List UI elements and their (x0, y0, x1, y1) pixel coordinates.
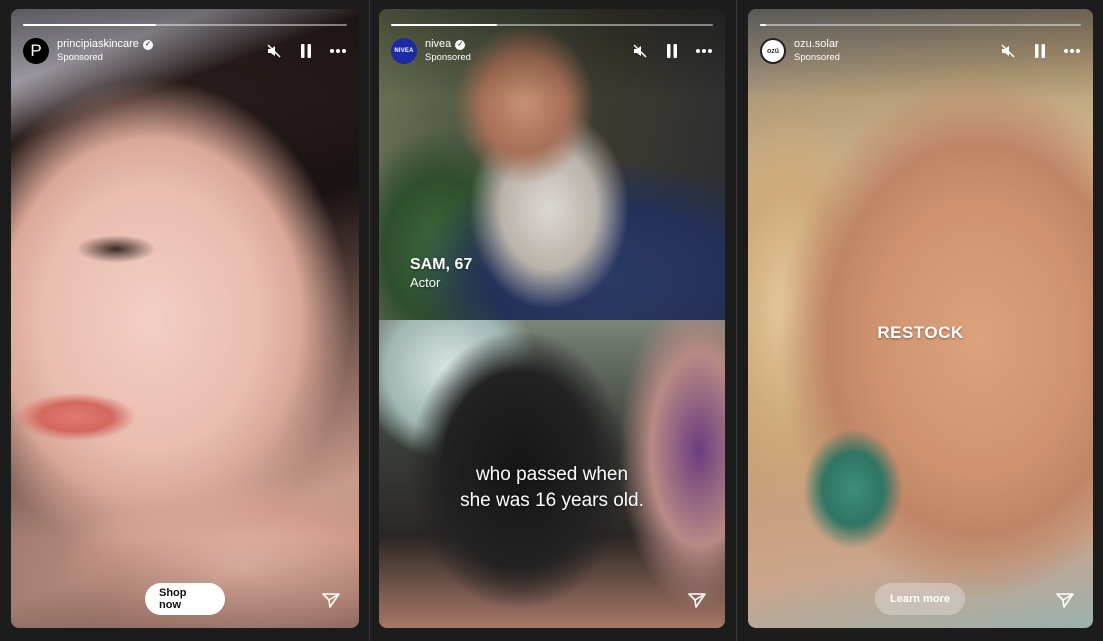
more-horizontal-icon[interactable] (1063, 42, 1081, 60)
story-card-nivea[interactable]: NIVEA nivea ✓ Sponsored SAM, 67 Actor who… (379, 9, 725, 628)
subtitle-line-1: who passed when (475, 464, 629, 485)
pause-icon[interactable] (1031, 42, 1049, 60)
paper-plane-icon[interactable] (687, 590, 707, 610)
progress-fill (391, 24, 498, 26)
shop-now-button[interactable]: Shop now (145, 583, 225, 615)
person-role-caption: Actor (410, 275, 441, 290)
avatar[interactable]: ozü (760, 38, 786, 64)
speaker-muted-icon[interactable] (265, 42, 283, 60)
pause-icon[interactable] (663, 42, 681, 60)
story-progress-bar (391, 24, 713, 26)
story-header: NIVEA nivea ✓ Sponsored (391, 36, 713, 66)
paper-plane-icon[interactable] (1055, 590, 1075, 610)
verified-badge-icon: ✓ (142, 39, 153, 50)
speaker-muted-icon[interactable] (999, 42, 1017, 60)
panel-divider (736, 0, 737, 641)
more-horizontal-icon[interactable] (329, 42, 347, 60)
sponsored-label: Sponsored (57, 52, 103, 63)
account-name[interactable]: ozu.solar (794, 38, 839, 51)
sponsored-label: Sponsored (794, 52, 840, 63)
speaker-muted-icon[interactable] (631, 42, 649, 60)
progress-fill (760, 24, 767, 26)
paper-plane-icon[interactable] (321, 590, 341, 610)
subtitle-line-2: she was 16 years old. (460, 490, 644, 511)
more-horizontal-icon[interactable] (695, 42, 713, 60)
story-progress-bar (760, 24, 1081, 26)
account-name[interactable]: nivea (425, 38, 451, 51)
story-header: ozü ozu.solar Sponsored (760, 36, 1081, 66)
learn-more-button[interactable]: Learn more (875, 583, 965, 615)
pause-icon[interactable] (297, 42, 315, 60)
story-header: P principiaskincare ✓ Sponsored (23, 36, 347, 66)
avatar[interactable]: P (23, 38, 49, 64)
person-name-caption: SAM, 67 (410, 256, 473, 273)
account-name[interactable]: principiaskincare (57, 38, 139, 51)
restock-headline: RESTOCK (877, 323, 964, 342)
panel-divider (369, 0, 370, 641)
avatar[interactable]: NIVEA (391, 38, 417, 64)
verified-badge-icon: ✓ (455, 39, 466, 50)
sponsored-label: Sponsored (425, 52, 471, 63)
progress-fill (23, 24, 156, 26)
story-card-ozu-solar[interactable]: ozü ozu.solar Sponsored RESTOCK Learn mo… (748, 9, 1093, 628)
story-progress-bar (23, 24, 347, 26)
story-card-principiaskincare[interactable]: P principiaskincare ✓ Sponsored Shop now (11, 9, 359, 628)
